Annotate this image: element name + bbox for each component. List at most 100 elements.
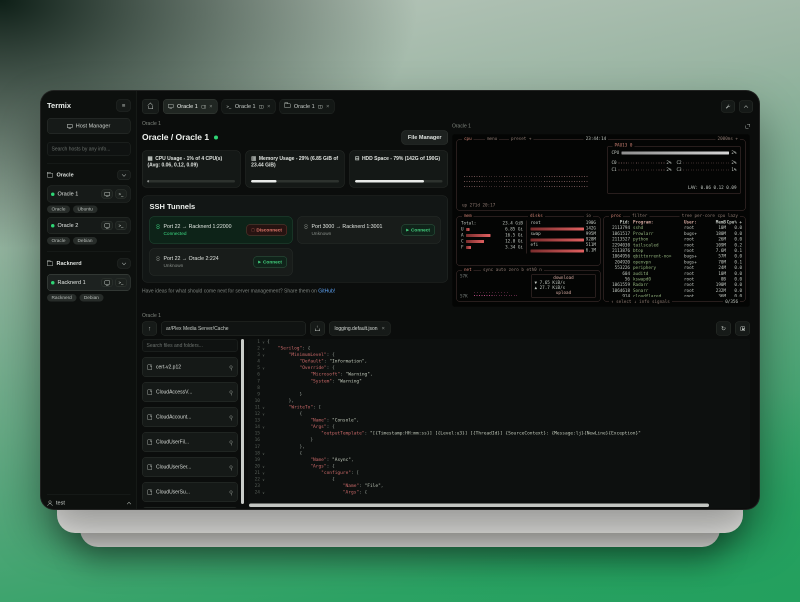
pin-icon[interactable]: [230, 416, 233, 419]
host-terminal-button[interactable]: >_: [116, 278, 127, 287]
file-search-input[interactable]: [142, 339, 238, 352]
tab-type-icon: [227, 104, 232, 110]
session-tab[interactable]: Oracle 1 ×: [163, 99, 218, 114]
host-item[interactable]: Oracle 1 >_: [47, 186, 131, 203]
stat-progress-fill: [355, 180, 424, 183]
file-name: CloudUserSer...: [156, 464, 226, 470]
editor-tab[interactable]: logging.default.json ×: [329, 322, 390, 336]
host-search-input[interactable]: [47, 142, 131, 156]
group-name: Oracle: [57, 172, 115, 178]
pin-icon[interactable]: [230, 491, 233, 494]
host-tag: Racknerd: [47, 294, 76, 302]
pin-icon[interactable]: [230, 366, 233, 369]
user-menu[interactable]: test: [47, 495, 131, 507]
tunnel-action-button[interactable]: Disconnect: [247, 225, 287, 236]
app-window: Termix ≡ Host Manager Oracle Oracle 1: [40, 90, 760, 510]
expand-terminal-icon[interactable]: [746, 124, 751, 129]
json-editor[interactable]: 1 ∨ { 2 ∨ "Serilog": {: [248, 339, 750, 508]
host-item[interactable]: Oracle 2 >_: [47, 217, 131, 234]
tab-bar: Oracle 1 × Oracle 1 × Oracle 1: [142, 98, 753, 115]
tab-split-button[interactable]: [318, 105, 323, 109]
host-terminal-button[interactable]: >_: [116, 190, 127, 199]
group-collapse-button[interactable]: [118, 170, 131, 180]
stat-progress-track: [251, 180, 339, 183]
pin-icon[interactable]: [230, 441, 233, 444]
fold-icon[interactable]: ∨: [260, 490, 267, 497]
host-connect-button[interactable]: [102, 278, 113, 287]
host-name: Racknerd 1: [58, 280, 99, 286]
path-input[interactable]: [161, 322, 306, 336]
file-list-scrollbar[interactable]: [241, 339, 244, 504]
host-tag: Oracle: [47, 206, 70, 214]
online-status-dot: [214, 136, 218, 140]
file-manager-panel: Oracle 1 ↑ logging.default.json × ↻: [142, 313, 750, 508]
file-name: CloudUserFil...: [156, 439, 226, 445]
editor-horizontal-scrollbar[interactable]: [249, 504, 709, 508]
stat-progress-track: [355, 180, 443, 183]
btop-terminal[interactable]: cpu menu preset + 23:44:14 2000ms + up 2…: [452, 134, 750, 307]
file-item[interactable]: CloudAccessV...: [142, 382, 238, 402]
host-terminal-button[interactable]: >_: [116, 221, 127, 230]
stat-card: ⊟HDD Space - 79% (142G of 190G): [349, 151, 448, 188]
tab-type-icon: [168, 104, 174, 110]
pin-icon[interactable]: [230, 391, 233, 394]
host-name: Oracle 2: [58, 223, 99, 229]
main-area: Oracle 1 × Oracle 1 × Oracle 1: [137, 91, 760, 510]
cpu-core-row: C31%: [677, 168, 737, 173]
session-tab[interactable]: Oracle 1 ×: [222, 99, 276, 114]
upload-button[interactable]: [310, 322, 325, 336]
host-manager-button[interactable]: Host Manager: [47, 118, 131, 134]
close-icon[interactable]: ×: [382, 326, 385, 332]
go-up-directory-button[interactable]: ↑: [142, 322, 157, 336]
file-item[interactable]: CloudAccount...: [142, 407, 238, 427]
pin-icon[interactable]: [230, 466, 233, 469]
host-connect-button[interactable]: [102, 190, 113, 199]
monitor-icon: [104, 281, 110, 285]
host-tag: Ubuntu: [73, 206, 97, 214]
admin-tools-button[interactable]: [721, 101, 735, 113]
btop-load-average: LAV: 0.06 0.12 0.09: [688, 186, 737, 191]
refresh-button[interactable]: ↻: [716, 322, 731, 336]
tab-close-button[interactable]: ×: [209, 104, 212, 110]
host-item[interactable]: Racknerd 1 >_: [47, 274, 131, 291]
host-connect-button[interactable]: [102, 221, 113, 230]
disk-row: root190G 142G: [531, 221, 597, 232]
tab-split-button[interactable]: [201, 105, 206, 109]
tunnel-action-button[interactable]: Connect: [253, 257, 287, 268]
save-file-button[interactable]: [735, 322, 750, 336]
tunnel-item: Port 22 → Racknerd 1:22000 Connected Dis…: [150, 217, 293, 244]
collapse-header-button[interactable]: [739, 101, 753, 113]
terminal-icon: >_: [119, 192, 124, 197]
home-tab-button[interactable]: [142, 99, 159, 114]
ssh-tunnels-title: SSH Tunnels: [150, 203, 441, 212]
tab-close-button[interactable]: ×: [267, 104, 270, 110]
wrench-icon: [724, 103, 731, 110]
sidebar-menu-button[interactable]: ≡: [117, 100, 131, 112]
terminal-icon: >_: [119, 280, 124, 285]
file-name: CloudAccount...: [156, 414, 226, 420]
file-item[interactable]: CloudUserSer...: [142, 457, 238, 477]
file-list: cert-v2.p12 CloudAccessV...: [142, 339, 238, 508]
stat-progress-fill: [148, 180, 149, 183]
tunnel-action-button[interactable]: Connect: [401, 225, 435, 236]
group-collapse-button[interactable]: [118, 259, 131, 269]
file-item[interactable]: cert-v2.p12: [142, 357, 238, 377]
host-block: Oracle 1 >_ Oracle Ubuntu: [47, 186, 131, 214]
file-name: cert-v2.p12: [156, 364, 226, 370]
file-manager-button[interactable]: File Manager: [401, 131, 448, 145]
file-item[interactable]: CloudUserSu...: [142, 482, 238, 502]
file-item[interactable]: Cloud...: [142, 507, 238, 508]
tab-close-button[interactable]: ×: [326, 104, 329, 110]
session-tab[interactable]: Oracle 1 ×: [279, 99, 334, 114]
stat-icon: ⊟: [355, 156, 360, 162]
github-link[interactable]: GitHub!: [318, 289, 335, 295]
stat-card: ▥Memory Usage - 29% (6.85 GiB of 23.44 G…: [246, 151, 345, 188]
stat-icon: ▥: [251, 156, 256, 162]
disk-row: swap995M 928M: [531, 232, 597, 243]
tunnel-route: Port 22 → Oracle 2:224: [164, 256, 219, 262]
tunnel-network-icon: [303, 224, 309, 229]
file-item[interactable]: CloudUserFil...: [142, 432, 238, 452]
tab-split-button[interactable]: [259, 105, 264, 109]
pane-label: Oracle 1: [452, 123, 471, 129]
chevron-down-icon: [122, 261, 126, 265]
